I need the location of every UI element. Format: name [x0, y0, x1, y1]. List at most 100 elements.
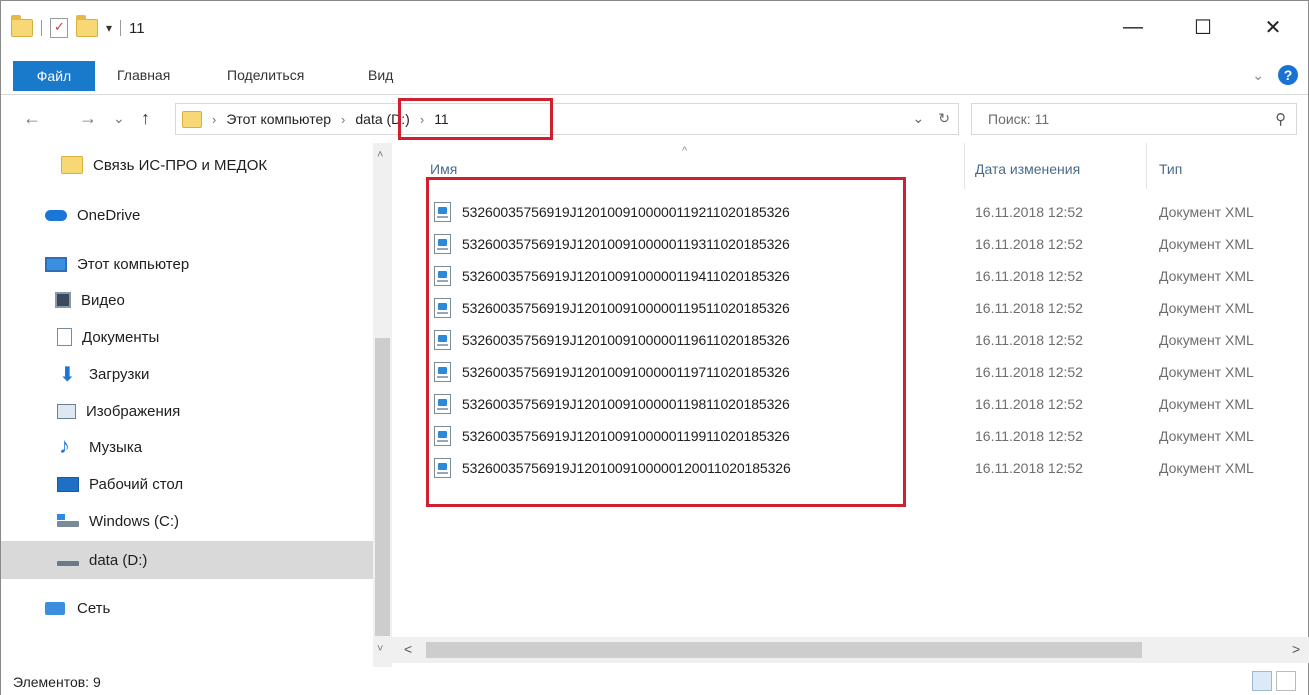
windows-drive-icon — [57, 512, 79, 530]
sidebar-item-data-d[interactable]: data (D:) — [1, 541, 373, 579]
file-date: 16.11.2018 12:52 — [975, 268, 1083, 284]
sidebar-item-pictures[interactable]: Изображения — [1, 394, 373, 428]
table-row[interactable]: 53260035756919J1201009100000119611020185… — [392, 326, 1309, 358]
sidebar-item-label: Рабочий стол — [89, 475, 184, 493]
refresh-icon[interactable]: ↻ — [938, 110, 950, 127]
tab-view[interactable]: Вид — [368, 67, 393, 83]
address-bar[interactable]: › Этот компьютер › data (D:) › 11 ⌄ ↻ — [175, 103, 959, 135]
file-name: 53260035756919J1201009100000119211020185… — [462, 204, 790, 220]
details-view-icon[interactable] — [1252, 671, 1272, 691]
music-icon — [57, 433, 79, 459]
table-row[interactable]: 53260035756919J1201009100000119311020185… — [392, 230, 1309, 262]
sidebar-item-folder-link[interactable]: Связь ИС-ПРО и МЕДОК — [1, 148, 373, 182]
table-row[interactable]: 53260035756919J1201009100000119911020185… — [392, 422, 1309, 454]
sidebar-item-desktop[interactable]: Рабочий стол — [1, 467, 373, 501]
xml-file-icon — [434, 426, 451, 446]
tab-home[interactable]: Главная — [117, 67, 170, 83]
back-icon[interactable]: ← — [23, 108, 41, 129]
column-header-date[interactable]: Дата изменения — [975, 161, 1080, 177]
scroll-down-icon[interactable]: ˅ — [377, 643, 383, 655]
table-row[interactable]: 53260035756919J1201009100000119511020185… — [392, 294, 1309, 326]
column-header-name[interactable]: Имя — [430, 161, 457, 177]
chevron-right-icon[interactable]: › — [341, 112, 345, 127]
large-icons-view-icon[interactable] — [1276, 671, 1296, 691]
search-input[interactable]: Поиск: 11 ⚲ — [971, 103, 1297, 135]
sidebar-item-onedrive[interactable]: OneDrive — [1, 198, 373, 232]
maximize-button[interactable]: ☐ — [1168, 1, 1238, 53]
table-row[interactable]: 53260035756919J1201009100000119711020185… — [392, 358, 1309, 390]
file-type: Документ XML — [1159, 460, 1254, 476]
file-name: 53260035756919J1201009100000119411020185… — [462, 268, 790, 284]
title-divider — [120, 20, 122, 36]
help-icon[interactable]: ? — [1278, 65, 1298, 85]
xml-file-icon — [434, 458, 451, 478]
recent-locations-icon[interactable]: ⌄ — [113, 110, 125, 127]
properties-icon[interactable] — [50, 18, 68, 38]
breadcrumb-this-pc[interactable]: Этот компьютер — [226, 111, 331, 127]
search-icon[interactable]: ⚲ — [1275, 110, 1286, 128]
tab-share[interactable]: Поделиться — [227, 67, 304, 83]
file-type: Документ XML — [1159, 428, 1254, 444]
sidebar-item-downloads[interactable]: Загрузки — [1, 357, 373, 391]
column-divider[interactable] — [1146, 143, 1147, 189]
sidebar-item-this-pc[interactable]: Этот компьютер — [1, 247, 373, 281]
address-dropdown-icon[interactable]: ⌄ — [913, 110, 925, 127]
xml-file-icon — [434, 202, 451, 222]
file-name: 53260035756919J1201009100000120011020185… — [462, 460, 791, 476]
scrollbar-thumb[interactable] — [375, 338, 390, 636]
table-row[interactable]: 53260035756919J1201009100000119211020185… — [392, 198, 1309, 230]
file-date: 16.11.2018 12:52 — [975, 236, 1083, 252]
status-bar: Элементов: 9 — [1, 667, 1308, 695]
sidebar-item-music[interactable]: Музыка — [1, 430, 373, 464]
sidebar-item-label: Связь ИС-ПРО и МЕДОК — [93, 156, 268, 174]
expand-ribbon-icon[interactable]: ⌄ — [1252, 67, 1264, 84]
navigation-bar: ← → ⌄ ↑ › Этот компьютер › data (D:) › 1… — [1, 96, 1308, 142]
sidebar-scrollbar[interactable]: ˄ ˅ — [373, 143, 392, 667]
title-bar: ▾ 11 — ☐ ✕ — [1, 1, 1308, 53]
horizontal-scrollbar[interactable]: < > — [392, 637, 1309, 663]
table-row[interactable]: 53260035756919J1201009100000120011020185… — [392, 454, 1309, 486]
file-date: 16.11.2018 12:52 — [975, 332, 1083, 348]
folder-icon — [61, 156, 83, 174]
file-type: Документ XML — [1159, 204, 1254, 220]
sort-ascending-icon: ^ — [682, 145, 688, 157]
minimize-button[interactable]: — — [1098, 1, 1168, 53]
new-folder-icon[interactable] — [76, 15, 98, 37]
file-name: 53260035756919J1201009100000119911020185… — [462, 428, 790, 444]
tab-file[interactable]: Файл — [13, 61, 95, 91]
folder-icon — [11, 15, 33, 37]
sidebar-item-label: Музыка — [89, 438, 143, 456]
explorer-window: ▾ 11 — ☐ ✕ Файл Главная Поделиться Вид ⌄… — [0, 0, 1309, 695]
computer-icon — [45, 256, 67, 272]
sidebar-item-windows-c[interactable]: Windows (C:) — [1, 504, 373, 538]
file-list: ^ Имя Дата изменения Тип 53260035756919J… — [392, 143, 1309, 667]
xml-file-icon — [434, 394, 451, 414]
column-divider[interactable] — [964, 143, 965, 189]
items-count: Элементов: 9 — [13, 674, 101, 690]
drive-icon — [57, 551, 79, 569]
ribbon-right: ⌄ ? — [1252, 65, 1298, 85]
file-type: Документ XML — [1159, 236, 1254, 252]
file-name: 53260035756919J1201009100000119311020185… — [462, 236, 790, 252]
table-row[interactable]: 53260035756919J1201009100000119811020185… — [392, 390, 1309, 422]
scroll-left-icon[interactable]: < — [404, 641, 412, 657]
chevron-right-icon[interactable]: › — [420, 112, 424, 127]
chevron-right-icon[interactable]: › — [212, 112, 216, 127]
scroll-right-icon[interactable]: > — [1292, 641, 1300, 657]
breadcrumb-folder-11[interactable]: 11 — [434, 111, 449, 127]
up-icon[interactable]: ↑ — [141, 108, 150, 129]
breadcrumb-drive-d[interactable]: data (D:) — [355, 111, 409, 127]
scroll-up-icon[interactable]: ˄ — [377, 149, 383, 161]
file-date: 16.11.2018 12:52 — [975, 364, 1083, 380]
close-button[interactable]: ✕ — [1238, 1, 1308, 53]
sidebar-item-video[interactable]: Видео — [1, 283, 373, 317]
scrollbar-thumb[interactable] — [426, 642, 1142, 658]
sidebar-item-network[interactable]: Сеть — [1, 591, 373, 625]
table-row[interactable]: 53260035756919J1201009100000119411020185… — [392, 262, 1309, 294]
pictures-icon — [57, 403, 76, 419]
column-header-type[interactable]: Тип — [1159, 161, 1182, 177]
quick-access-toolbar: ▾ 11 — [11, 15, 145, 41]
qat-dropdown-icon[interactable]: ▾ — [106, 21, 112, 35]
sidebar-item-documents[interactable]: Документы — [1, 320, 373, 354]
forward-icon[interactable]: → — [79, 108, 97, 129]
